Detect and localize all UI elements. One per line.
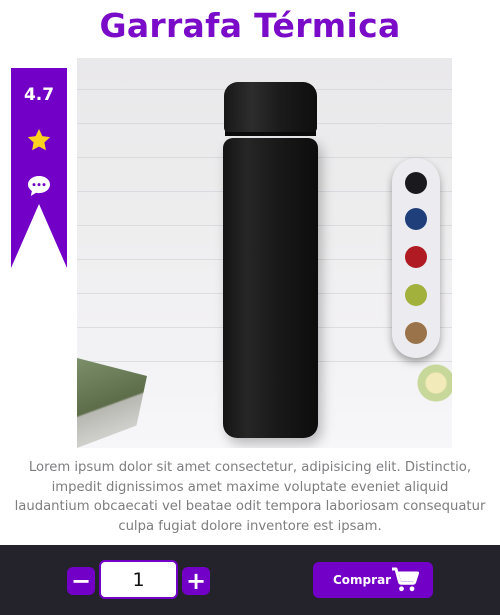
decrease-quantity-button[interactable]: − [67,567,95,595]
bottle-body [223,138,318,438]
quantity-input[interactable] [99,560,178,599]
comment-icon[interactable] [27,175,51,197]
page-title: Garrafa Térmica [99,6,401,45]
color-swatch-black[interactable] [405,172,427,194]
color-swatch-blue[interactable] [405,208,427,230]
star-icon[interactable] [26,127,52,153]
rating-value: 4.7 [23,85,55,105]
color-swatch-olive[interactable] [405,284,427,306]
cart-icon [392,567,419,592]
photo-flowers [412,358,452,408]
product-description: Lorem ipsum dolor sit amet consectetur, … [14,460,486,534]
buy-button[interactable]: Comprar [313,562,433,598]
color-picker [392,158,440,358]
buy-button-label: Comprar [333,573,392,587]
color-swatch-brown[interactable] [405,322,427,344]
bottle-cap [224,82,317,132]
color-swatch-red[interactable] [405,246,427,268]
increase-quantity-button[interactable]: + [182,567,210,595]
